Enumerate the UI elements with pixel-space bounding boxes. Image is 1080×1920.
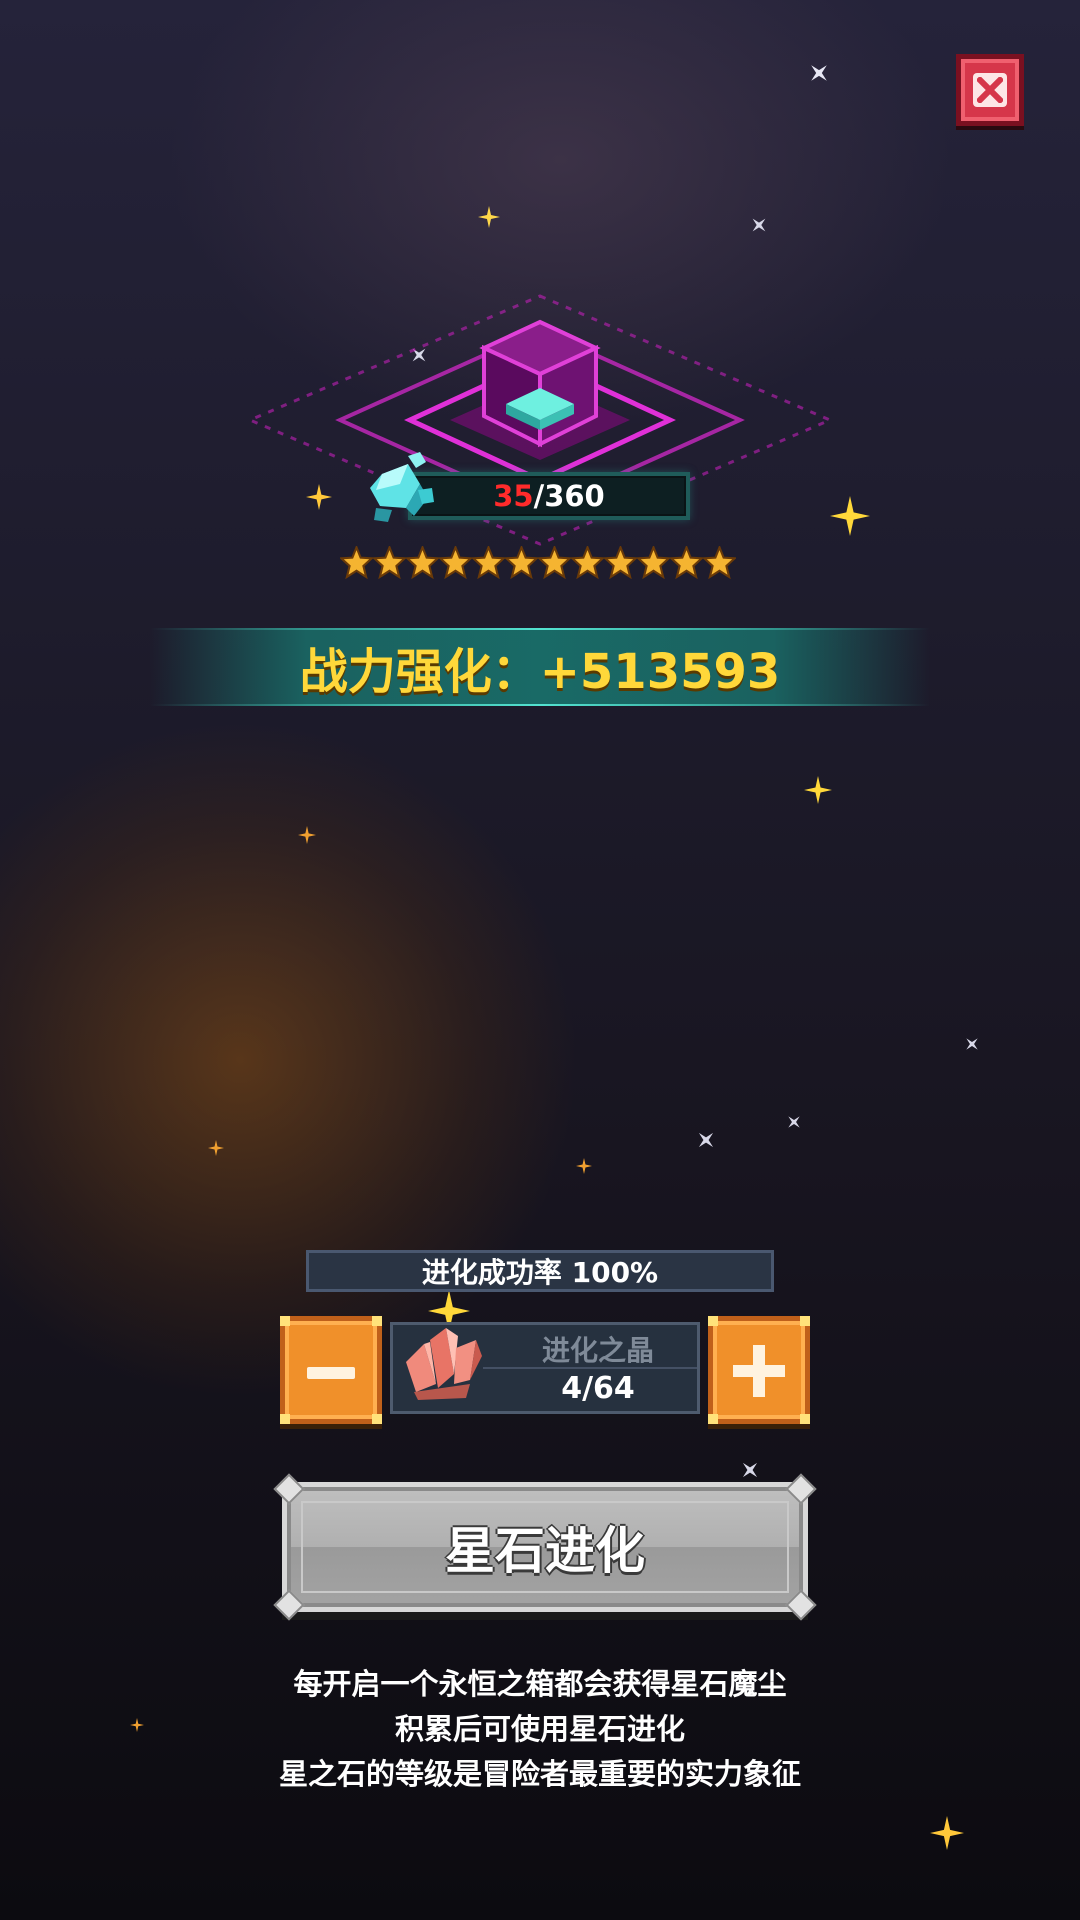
star-icon bbox=[472, 546, 505, 579]
star-icon bbox=[505, 546, 538, 579]
progress-current: 35 bbox=[493, 479, 534, 513]
decrease-button[interactable] bbox=[280, 1316, 382, 1424]
star-icon bbox=[703, 546, 736, 579]
star-icon bbox=[604, 546, 637, 579]
star-icon bbox=[637, 546, 670, 579]
sparkle-icon bbox=[966, 1038, 978, 1050]
success-rate-bar: 进化成功率 100% bbox=[306, 1250, 774, 1292]
stone-dust-progress: 35/360 bbox=[408, 472, 690, 520]
close-x-icon bbox=[973, 73, 1007, 107]
evolve-button-label: 星石进化 bbox=[445, 1522, 645, 1580]
star-icon bbox=[340, 546, 373, 579]
crystal-icon bbox=[406, 1328, 482, 1400]
item-name: 进化之晶 bbox=[541, 1334, 654, 1367]
star-icon bbox=[571, 546, 604, 579]
sparkle-icon bbox=[930, 1816, 964, 1850]
star-stone-evolve-button[interactable]: 星石进化 bbox=[273, 1473, 817, 1621]
stone-dust-icon bbox=[370, 452, 434, 522]
progress-max: 360 bbox=[544, 479, 605, 513]
sparkle-icon bbox=[804, 776, 832, 804]
star-icon bbox=[373, 546, 406, 579]
sparkle-icon bbox=[752, 218, 766, 232]
item-count: 4/64 bbox=[561, 1371, 635, 1406]
description: 每开启一个永恒之箱都会获得星石魔尘 积累后可使用星石进化 星之石的等级是冒险者最… bbox=[140, 1662, 940, 1797]
close-button[interactable] bbox=[956, 54, 1024, 126]
sparkle-icon bbox=[788, 1116, 800, 1128]
sparkle-icon bbox=[698, 1132, 714, 1148]
increase-button[interactable] bbox=[708, 1316, 810, 1424]
progress-separator: / bbox=[533, 479, 545, 513]
star-icon bbox=[670, 546, 703, 579]
star-icon bbox=[538, 546, 571, 579]
power-text: 战力强化：+513593 bbox=[299, 644, 781, 700]
description-line: 星之石的等级是冒险者最重要的实力象征 bbox=[278, 1757, 801, 1791]
sparkle-icon bbox=[298, 826, 316, 844]
sparkle-icon bbox=[742, 1462, 758, 1478]
power-banner: 战力强化：+513593 bbox=[150, 628, 930, 706]
star-stone-cube bbox=[479, 319, 601, 448]
sparkle-icon bbox=[576, 1158, 592, 1174]
sparkle-icon bbox=[811, 65, 827, 81]
sparkle-icon bbox=[208, 1140, 224, 1156]
description-line: 积累后可使用星石进化 bbox=[394, 1712, 685, 1746]
sparkle-icon bbox=[478, 206, 500, 228]
star-icon bbox=[406, 546, 439, 579]
star-level-row bbox=[340, 546, 740, 582]
star-icon bbox=[439, 546, 472, 579]
success-rate-text: 进化成功率 100% bbox=[421, 1256, 659, 1289]
description-line: 每开启一个永恒之箱都会获得星石魔尘 bbox=[293, 1667, 787, 1701]
